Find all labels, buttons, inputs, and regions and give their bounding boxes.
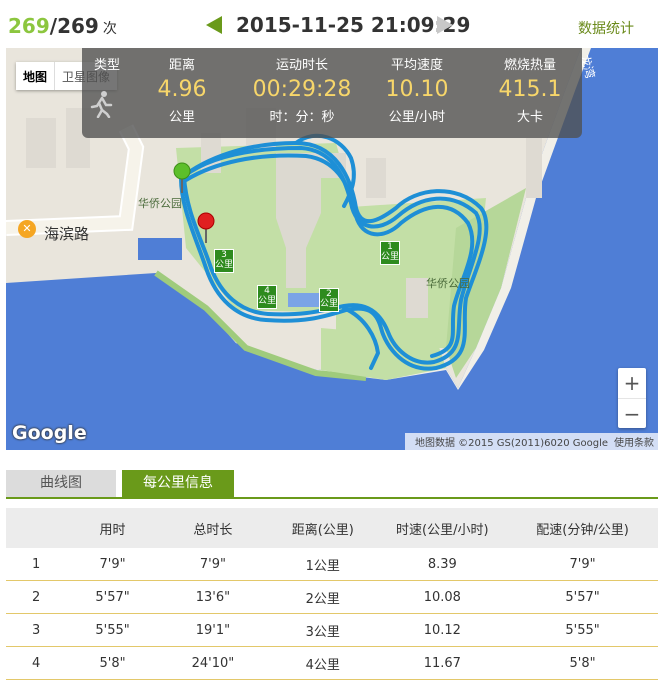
row-split-time: 7'9" bbox=[67, 548, 158, 581]
row-distance: 4公里 bbox=[268, 646, 378, 680]
summary-type-column: 类型 bbox=[82, 48, 132, 73]
tab-bar: 曲线图 每公里信息 bbox=[6, 470, 658, 499]
km-marker-unit: 公里 bbox=[320, 299, 339, 309]
row-total-time: 13'6" bbox=[157, 580, 268, 614]
row-speed: 10.12 bbox=[377, 613, 508, 647]
duration-unit: 时：分：秒 bbox=[269, 110, 335, 125]
map-type-map-button[interactable]: 地图 bbox=[16, 62, 54, 90]
map-attribution: 地图数据 ©2015 GS(2011)6020 Google 使用条款 bbox=[404, 433, 658, 450]
km-marker-number: 1 bbox=[387, 242, 393, 252]
col-distance-header: 距离(公里) bbox=[268, 508, 378, 548]
col-pace-header: 配速(分钟/公里) bbox=[507, 508, 658, 548]
km-marker-unit: 公里 bbox=[258, 296, 277, 306]
google-logo: Google bbox=[12, 422, 87, 444]
duration-header: 运动时长 bbox=[275, 58, 328, 73]
tab-curve-chart[interactable]: 曲线图 bbox=[6, 470, 116, 497]
record-datetime: 2015-11-25 21:09:29 bbox=[236, 13, 471, 37]
km-marker-unit: 公里 bbox=[215, 260, 234, 270]
table-row: 4 5'8" 24'10" 4公里 11.67 5'8" bbox=[6, 646, 658, 680]
speed-unit: 公里/小时 bbox=[388, 110, 446, 125]
row-speed: 10.08 bbox=[377, 580, 508, 614]
tab-per-km-info[interactable]: 每公里信息 bbox=[122, 470, 234, 497]
road-label: 海滨路 bbox=[44, 225, 90, 243]
table-row: 2 5'57" 13'6" 2公里 10.08 5'57" bbox=[6, 580, 658, 614]
start-pin-icon bbox=[173, 162, 191, 193]
km-marker-4: 4 公里 bbox=[257, 285, 277, 309]
km-marker-1: 1 公里 bbox=[380, 241, 400, 265]
col-index-header bbox=[6, 508, 68, 548]
park-label: 华侨公园 bbox=[426, 277, 470, 290]
row-pace: 5'8" bbox=[507, 646, 658, 680]
data-statistics-link[interactable]: 数据统计 bbox=[578, 18, 634, 38]
route-map[interactable]: 1公里 2公里 3公里 4公里 华侨公园 华侨公园 海滨路 龙湾 ✕ 地图 卫星… bbox=[6, 48, 658, 450]
km-marker-number: 4 bbox=[264, 286, 270, 296]
end-pin-icon bbox=[197, 212, 215, 243]
park-label: 华侨公园 bbox=[138, 197, 182, 210]
speed-value: 10.10 bbox=[385, 77, 449, 102]
previous-arrow-icon[interactable] bbox=[206, 16, 222, 34]
row-index: 3 bbox=[6, 613, 68, 647]
table-row: 1 7'9" 7'9" 1公里 8.39 7'9" bbox=[6, 548, 658, 581]
row-distance: 3公里 bbox=[268, 613, 378, 647]
distance-unit: 公里 bbox=[168, 110, 195, 125]
row-index: 4 bbox=[6, 646, 68, 680]
row-total-time: 24'10" bbox=[157, 646, 268, 680]
row-distance: 2公里 bbox=[268, 580, 378, 614]
row-speed: 8.39 bbox=[377, 548, 508, 581]
current-record: 269 bbox=[8, 14, 50, 38]
km-marker-2: 2 公里 bbox=[319, 288, 339, 312]
distance-value: 4.96 bbox=[157, 77, 207, 102]
calories-unit: 大卡 bbox=[516, 110, 543, 125]
km-marker-3: 3 公里 bbox=[214, 249, 234, 273]
calories-header: 燃烧热量 bbox=[503, 58, 556, 73]
zoom-out-button[interactable]: − bbox=[618, 399, 646, 429]
speed-column: 平均速度 10.10 公里/小时 bbox=[372, 48, 462, 125]
row-pace: 5'57" bbox=[507, 580, 658, 614]
per-km-table: 用时 总时长 距离(公里) 时速(公里/小时) 配速(分钟/公里) 1 7'9"… bbox=[6, 508, 658, 680]
km-marker-number: 3 bbox=[221, 250, 227, 260]
duration-column: 运动时长 00:29:28 时：分：秒 bbox=[242, 48, 362, 125]
km-marker-number: 2 bbox=[326, 289, 332, 299]
row-total-time: 7'9" bbox=[157, 548, 268, 581]
calories-column: 燃烧热量 415.1 大卡 bbox=[482, 48, 578, 125]
row-pace: 7'9" bbox=[507, 548, 658, 581]
calories-value: 415.1 bbox=[498, 77, 562, 102]
distance-header: 距离 bbox=[168, 58, 195, 73]
summary-panel: 类型 距离 4.96 公里 运动时长 00:29:28 时：分：秒 平均速度 1… bbox=[82, 48, 582, 138]
runner-icon bbox=[90, 91, 113, 118]
row-pace: 5'55" bbox=[507, 613, 658, 647]
col-time-header: 用时 bbox=[67, 508, 158, 548]
map-data-credit: 地图数据 ©2015 GS(2011)6020 Google bbox=[414, 438, 608, 449]
next-arrow-icon[interactable] bbox=[437, 16, 453, 34]
count-unit: 次 bbox=[102, 21, 117, 37]
zoom-in-button[interactable]: + bbox=[618, 368, 646, 399]
record-separator: / bbox=[49, 14, 58, 38]
duration-value: 00:29:28 bbox=[252, 77, 352, 102]
row-split-time: 5'8" bbox=[67, 646, 158, 680]
total-records: 269 bbox=[57, 14, 99, 38]
distance-column: 距离 4.96 公里 bbox=[142, 48, 222, 125]
table-row: 3 5'55" 19'1" 3公里 10.12 5'55" bbox=[6, 613, 658, 647]
table-header-row: 用时 总时长 距离(公里) 时速(公里/小时) 配速(分钟/公里) bbox=[6, 508, 658, 548]
row-speed: 11.67 bbox=[377, 646, 508, 680]
row-total-time: 19'1" bbox=[157, 613, 268, 647]
restaurant-icon: ✕ bbox=[18, 220, 36, 238]
header: 269/269 次 2015-11-25 21:09:29 数据统计 bbox=[0, 0, 662, 48]
col-speed-header: 时速(公里/小时) bbox=[377, 508, 508, 548]
row-index: 2 bbox=[6, 580, 68, 614]
row-distance: 1公里 bbox=[268, 548, 378, 581]
zoom-control: + − bbox=[618, 368, 646, 428]
km-marker-unit: 公里 bbox=[381, 252, 400, 262]
row-index: 1 bbox=[6, 548, 68, 581]
summary-type-header: 类型 bbox=[93, 58, 120, 73]
row-split-time: 5'57" bbox=[67, 580, 158, 614]
row-split-time: 5'55" bbox=[67, 613, 158, 647]
speed-header: 平均速度 bbox=[390, 58, 443, 73]
record-counter: 269/269 次 bbox=[8, 14, 117, 38]
terms-link[interactable]: 使用条款 bbox=[614, 438, 654, 449]
col-total-time-header: 总时长 bbox=[157, 508, 268, 548]
